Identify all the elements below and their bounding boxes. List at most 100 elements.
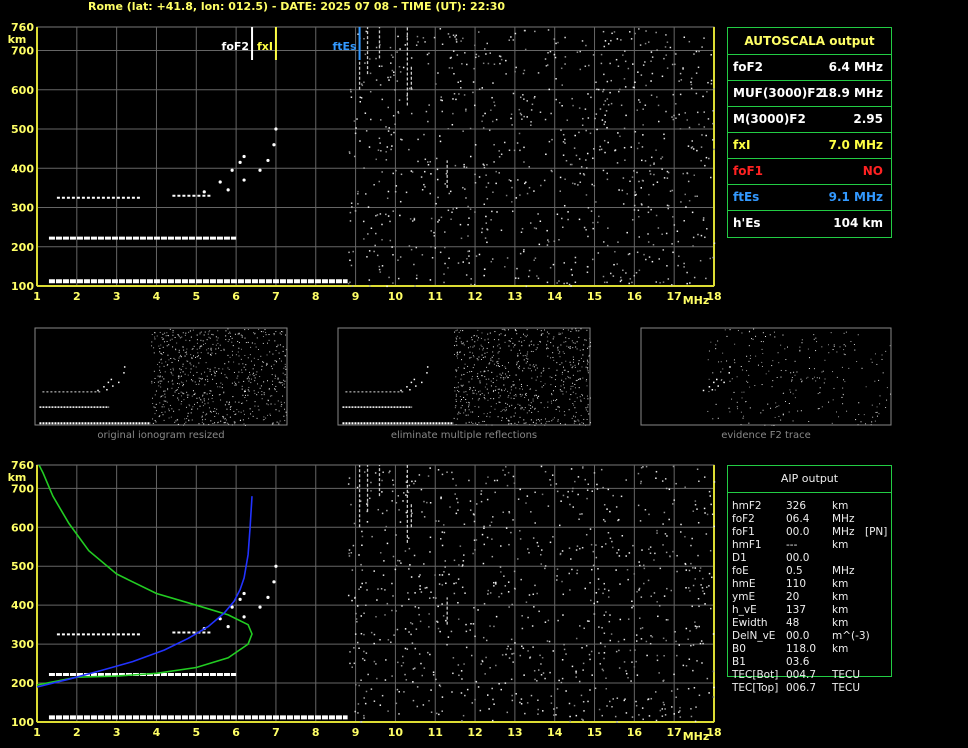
autoscala-row: MUF(3000)F2 18.9 MHz: [728, 80, 891, 107]
f2-trace-point: [238, 597, 242, 601]
thumbnail-noise: [151, 341, 153, 343]
thumbnail-noise: [226, 401, 228, 403]
noise-dot: [685, 627, 688, 630]
noise-dot: [673, 673, 675, 676]
thumbnail-noise: [505, 367, 507, 369]
aip-row: D1 00.0: [732, 552, 932, 565]
thumbnail-noise: [248, 371, 250, 373]
noise-dot: [440, 538, 442, 540]
noise-dot: [354, 633, 357, 635]
thumbnail-noise: [208, 424, 210, 426]
thumbnail-noise: [512, 384, 514, 386]
thumbnail-noise: [476, 358, 478, 360]
thumbnail-noise: [545, 422, 547, 424]
thumbnail-noise: [476, 375, 478, 377]
thumbnail-noise: [537, 344, 539, 346]
noise-dot: [413, 263, 415, 266]
noise-dot: [496, 479, 499, 482]
thumbnail-frame: [337, 327, 591, 426]
noise-dot: [567, 218, 569, 221]
noise-dot: [423, 563, 425, 565]
thumbnail-noise: [533, 344, 535, 346]
noise-dot: [519, 538, 522, 540]
thumbnail-noise: [223, 416, 225, 418]
thumbnail-noise: [761, 348, 763, 350]
thumbnail-noise: [832, 399, 834, 401]
thumbnail-noise: [155, 390, 157, 392]
thumbnail-noise: [542, 333, 544, 335]
noise-dot: [686, 271, 688, 274]
noise-dot: [441, 110, 444, 113]
noise-dot: [470, 283, 472, 286]
noise-dot: [673, 499, 675, 501]
noise-dot: [527, 548, 529, 550]
thumbnail-noise: [254, 380, 256, 382]
thumbnail-noise: [746, 380, 748, 382]
noise-dot: [663, 703, 665, 706]
noise-dot: [445, 173, 448, 175]
thumbnail-noise: [498, 392, 500, 394]
thumbnail-noise: [237, 340, 239, 342]
thumbnail-noise: [207, 352, 209, 354]
noise-dot: [574, 480, 576, 483]
noise-dot: [498, 150, 500, 152]
thumbnail-noise: [164, 371, 166, 373]
noise-dot: [510, 113, 513, 116]
thumbnail-noise: [192, 374, 194, 376]
noise-dot: [566, 119, 569, 121]
noise-dot: [585, 44, 587, 47]
noise-dot: [424, 41, 426, 43]
noise-dot: [462, 37, 464, 40]
thumbnail-noise: [198, 423, 200, 425]
noise-dot: [625, 479, 627, 481]
thumbnail-noise: [572, 356, 574, 358]
noise-dot: [699, 567, 702, 569]
thumbnail-noise: [202, 419, 204, 421]
thumbnail-noise: [178, 409, 180, 411]
noise-dot: [598, 652, 600, 654]
noise-dot: [452, 672, 454, 675]
x-tick-label: 6: [232, 726, 240, 739]
thumbnail-noise: [585, 407, 587, 409]
noise-dot: [712, 696, 715, 698]
thumbnail-noise: [482, 420, 484, 422]
noise-dot: [519, 96, 522, 99]
thumbnail-noise: [480, 371, 482, 373]
noise-dot: [433, 235, 436, 237]
noise-dot: [671, 503, 674, 505]
thumbnail-noise: [519, 393, 521, 395]
thumbnail-noise: [535, 379, 537, 381]
thumbnail-noise: [509, 392, 511, 394]
noise-dot: [618, 649, 620, 652]
thumbnail-noise: [272, 380, 274, 382]
noise-dot: [428, 104, 430, 106]
noise-dot: [689, 590, 691, 592]
noise-dot: [415, 246, 418, 249]
thumbnail-noise: [201, 415, 203, 417]
thumbnail-noise: [272, 353, 274, 355]
noise-dot: [607, 141, 609, 144]
noise-dot: [483, 602, 486, 605]
noise-dot: [643, 582, 645, 585]
thumbnail-noise: [492, 382, 494, 384]
noise-dot: [381, 171, 383, 173]
noise-dot: [585, 129, 587, 132]
noise-dot: [437, 221, 439, 223]
thumbnail-noise: [771, 386, 773, 388]
thumbnail-noise: [281, 331, 283, 333]
noise-dot: [354, 710, 356, 713]
aip-key: foF2: [732, 513, 755, 525]
noise-dot: [607, 488, 610, 491]
noise-dot: [348, 477, 351, 479]
thumbnail-noise: [207, 378, 209, 380]
thumbnail-noise: [539, 341, 541, 343]
thumbnail-noise: [498, 339, 500, 341]
thumbnail-noise: [871, 361, 873, 363]
noise-dot: [441, 710, 443, 712]
thumbnail-noise: [542, 370, 544, 372]
noise-dot: [411, 480, 413, 483]
thumbnail-noise: [176, 389, 178, 391]
noise-dot: [694, 503, 697, 506]
thumbnail-noise: [185, 339, 187, 341]
thumbnail-noise: [231, 382, 233, 384]
